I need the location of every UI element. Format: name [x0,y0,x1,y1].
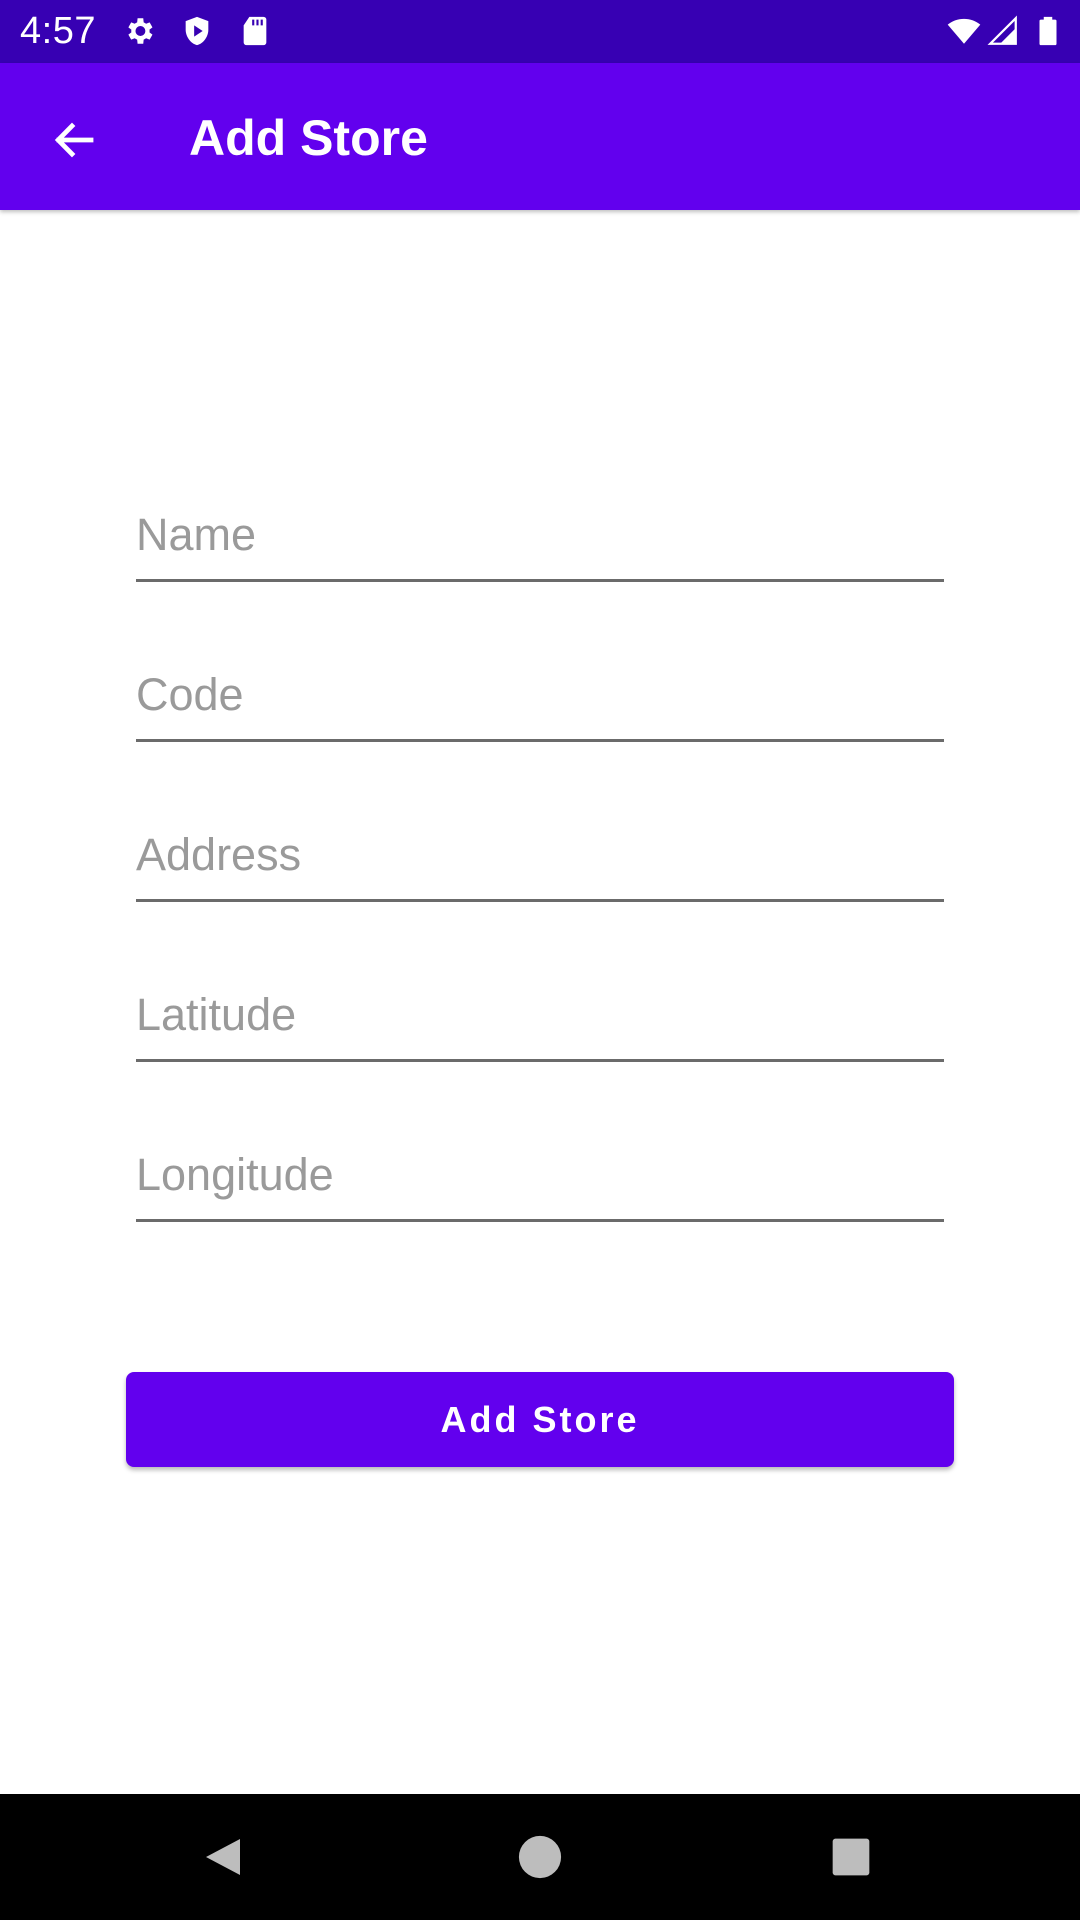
back-button[interactable] [38,105,108,175]
code-field[interactable] [136,650,944,742]
code-field-container [136,650,944,742]
nav-back-button[interactable] [191,1824,257,1890]
latitude-field-container [136,970,944,1062]
cell-signal-icon [987,15,1017,45]
status-time: 4:57 [20,10,96,52]
arrow-back-icon [54,122,94,158]
system-nav-bar [0,1794,1080,1920]
app-bar: Add Store [0,63,1080,210]
recents-square-icon [832,1838,870,1876]
longitude-field[interactable] [136,1130,944,1222]
page-title: Add Store [189,110,428,166]
status-bar: 4:57 [0,0,1080,63]
gear-icon [128,18,153,44]
back-triangle-icon [206,1839,240,1875]
home-circle-icon [518,1835,562,1879]
sd-card-icon [243,16,267,46]
store-form [136,490,944,1290]
add-store-button[interactable]: Add Store [126,1372,954,1467]
latitude-field[interactable] [136,970,944,1062]
longitude-field-container [136,1130,944,1222]
nav-recents-button[interactable] [818,1824,884,1890]
battery-icon [1039,16,1057,46]
address-field[interactable] [136,810,944,902]
shield-play-icon [185,16,209,46]
address-field-container [136,810,944,902]
name-field-container [136,490,944,582]
wifi-icon [947,18,981,44]
name-field[interactable] [136,490,944,582]
nav-home-button[interactable] [507,1824,573,1890]
